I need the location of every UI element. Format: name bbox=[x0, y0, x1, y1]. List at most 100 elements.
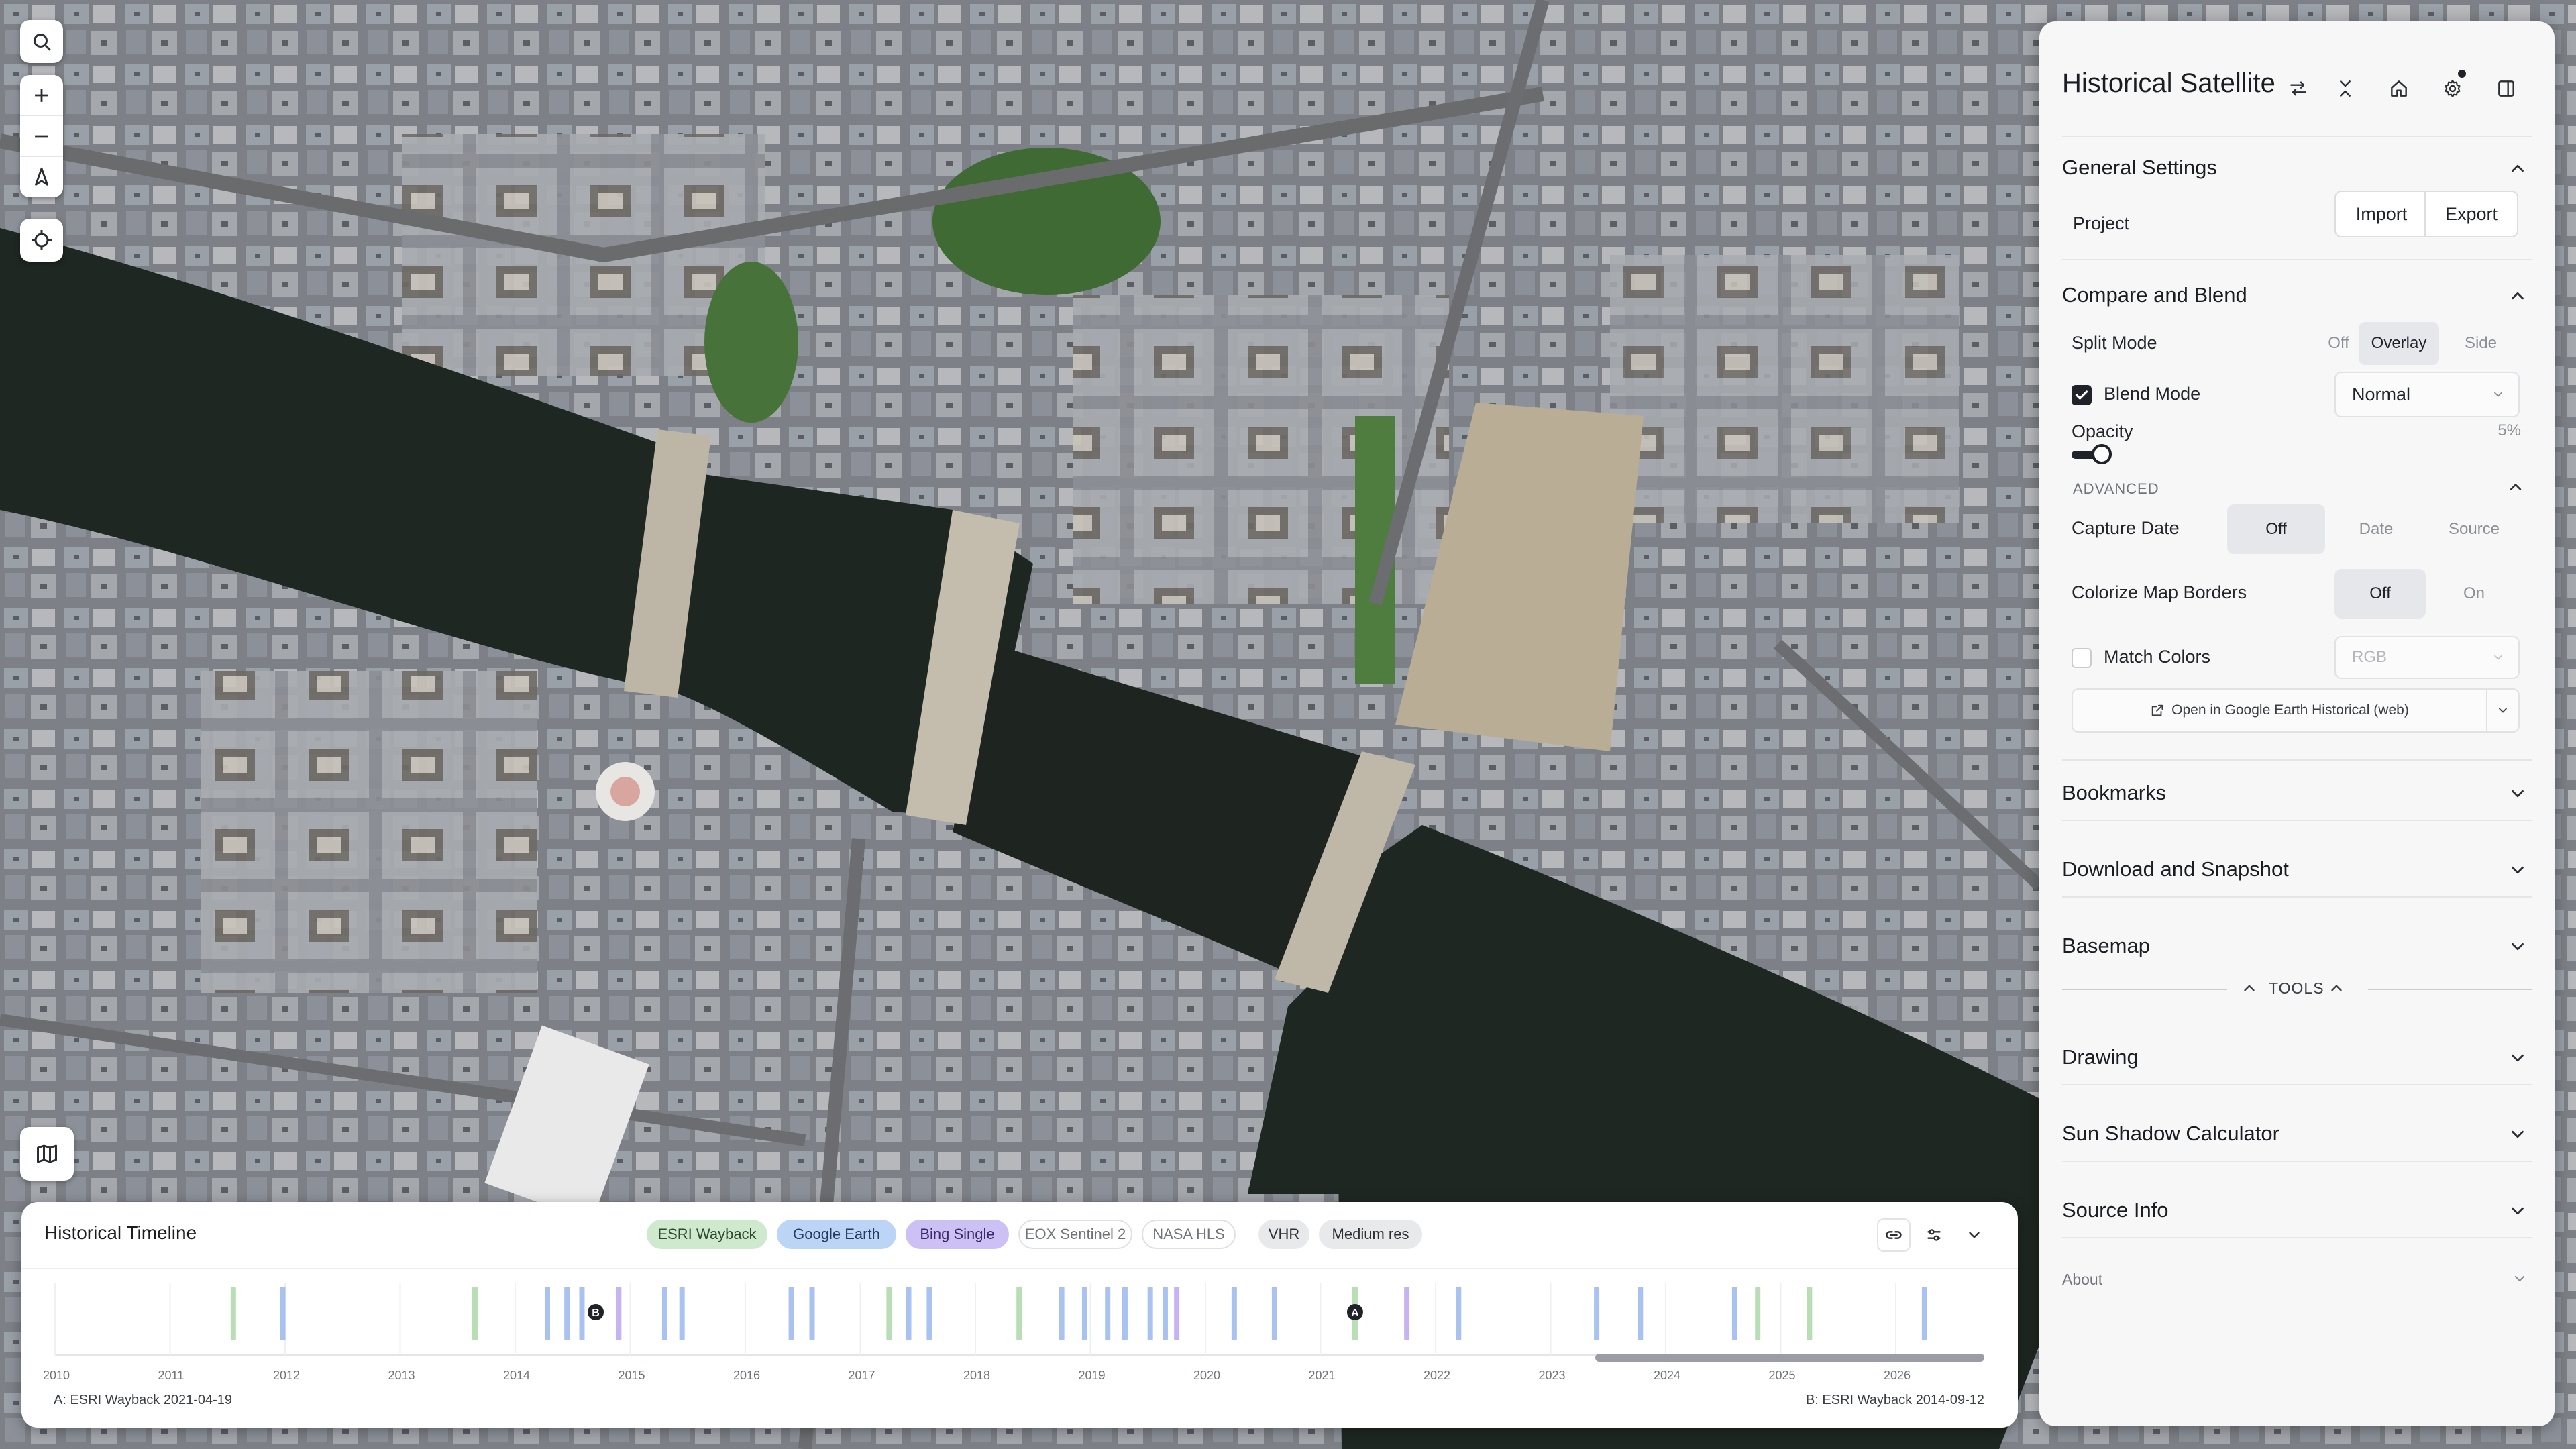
capture-mark-google[interactable] bbox=[1638, 1287, 1644, 1340]
capture-mark-esri[interactable] bbox=[886, 1287, 892, 1340]
source-chip-google-earth[interactable]: Google Earth bbox=[777, 1220, 896, 1249]
blend-mode-select[interactable]: Normal bbox=[2334, 372, 2520, 417]
section-sun-shadow-title[interactable]: Sun Shadow Calculator bbox=[2062, 1122, 2279, 1146]
divider bbox=[2062, 759, 2532, 761]
compass-button[interactable] bbox=[20, 157, 63, 197]
settings-button[interactable] bbox=[2438, 70, 2467, 103]
chevron-down-icon[interactable] bbox=[2508, 1048, 2528, 1068]
capture-mark-bing[interactable] bbox=[616, 1287, 622, 1340]
timeline-track[interactable]: AB bbox=[21, 1269, 2018, 1363]
timeline-scrollbar[interactable] bbox=[1595, 1354, 1984, 1362]
caption-a: A: ESRI Wayback 2021-04-19 bbox=[54, 1393, 233, 1407]
source-chip-eox-sentinel-2[interactable]: EOX Sentinel 2 bbox=[1018, 1220, 1132, 1249]
chevron-up-icon[interactable] bbox=[2508, 286, 2528, 306]
capture-mark-bing[interactable] bbox=[1404, 1287, 1410, 1340]
side-panel: Historical Satellite General Settings Pr… bbox=[2039, 21, 2555, 1426]
open-google-earth-button[interactable]: Open in Google Earth Historical (web) bbox=[2072, 688, 2487, 733]
zoom-out-button[interactable] bbox=[20, 116, 63, 157]
capture-mark-bing[interactable] bbox=[1174, 1287, 1180, 1340]
capture-mark-google[interactable] bbox=[1921, 1287, 1927, 1340]
capture-mark-esri[interactable] bbox=[1807, 1287, 1813, 1340]
chevron-up-icon[interactable] bbox=[2328, 979, 2345, 997]
capture-mark-google[interactable] bbox=[579, 1287, 585, 1340]
capture-mark-google[interactable] bbox=[1059, 1287, 1065, 1340]
capture-mark-google[interactable] bbox=[906, 1287, 912, 1340]
source-chip-medium-res[interactable]: Medium res bbox=[1319, 1220, 1422, 1249]
zoom-in-button[interactable] bbox=[20, 75, 63, 116]
import-button[interactable]: Import bbox=[2334, 191, 2428, 237]
chevron-down-icon[interactable] bbox=[2508, 1124, 2528, 1144]
capture-mark-google[interactable] bbox=[679, 1287, 685, 1340]
open-google-earth-dropdown[interactable] bbox=[2486, 688, 2520, 733]
capture-mark-google[interactable] bbox=[545, 1287, 551, 1340]
chevron-up-icon[interactable] bbox=[2241, 979, 2258, 997]
section-source-info-title[interactable]: Source Info bbox=[2062, 1198, 2169, 1222]
capture-mark-google[interactable] bbox=[1105, 1287, 1111, 1340]
marker-b[interactable]: B bbox=[588, 1304, 604, 1320]
capture-mark-google[interactable] bbox=[1147, 1287, 1153, 1340]
tools-rule-left bbox=[2062, 989, 2227, 990]
colorize-option-on[interactable]: On bbox=[2428, 569, 2520, 619]
split-option-overlay[interactable]: Overlay bbox=[2359, 322, 2439, 365]
capture-mark-esri[interactable] bbox=[472, 1287, 478, 1340]
capture-mark-google[interactable] bbox=[926, 1287, 932, 1340]
swap-button[interactable] bbox=[2284, 74, 2313, 103]
capture-mark-google[interactable] bbox=[1456, 1287, 1462, 1340]
source-chip-vhr[interactable]: VHR bbox=[1258, 1220, 1309, 1249]
section-download-title[interactable]: Download and Snapshot bbox=[2062, 857, 2289, 881]
layers-button[interactable] bbox=[20, 1127, 74, 1181]
capture-mark-google[interactable] bbox=[1594, 1287, 1600, 1340]
capture-mark-google[interactable] bbox=[1081, 1287, 1087, 1340]
source-chip-nasa-hls[interactable]: NASA HLS bbox=[1142, 1220, 1236, 1249]
capture-mark-google[interactable] bbox=[1731, 1287, 1737, 1340]
chevron-down-icon[interactable] bbox=[2512, 1271, 2528, 1287]
capture-mark-esri[interactable] bbox=[1755, 1287, 1761, 1340]
chevron-down-icon[interactable] bbox=[2508, 1201, 2528, 1221]
capture-mark-google[interactable] bbox=[1231, 1287, 1237, 1340]
match-colors-select[interactable]: RGB bbox=[2334, 636, 2520, 679]
split-option-side[interactable]: Side bbox=[2445, 322, 2517, 365]
collapse-button[interactable] bbox=[2330, 74, 2360, 103]
chevron-down-icon[interactable] bbox=[2508, 784, 2528, 804]
chevron-up-icon[interactable] bbox=[2506, 478, 2525, 496]
colorize-option-off[interactable]: Off bbox=[2334, 569, 2426, 619]
opacity-slider-thumb[interactable] bbox=[2092, 444, 2112, 464]
capture-mark-google[interactable] bbox=[564, 1287, 570, 1340]
blend-mode-value: Normal bbox=[2352, 384, 2411, 405]
chevron-up-icon[interactable] bbox=[2508, 158, 2528, 178]
section-about-title[interactable]: About bbox=[2062, 1271, 2102, 1289]
capture-mark-google[interactable] bbox=[280, 1287, 286, 1340]
section-bookmarks-title[interactable]: Bookmarks bbox=[2062, 781, 2166, 805]
capture-mark-google[interactable] bbox=[1271, 1287, 1277, 1340]
source-chip-esri-wayback[interactable]: ESRI Wayback bbox=[647, 1220, 767, 1249]
capture-option-date[interactable]: Date bbox=[2329, 504, 2423, 554]
blend-mode-checkbox[interactable] bbox=[2072, 385, 2092, 405]
map-search-button[interactable] bbox=[20, 20, 63, 63]
toggle-panel-button[interactable] bbox=[2491, 74, 2521, 103]
capture-option-source[interactable]: Source bbox=[2427, 504, 2521, 554]
home-button[interactable] bbox=[2384, 74, 2414, 103]
capture-mark-google[interactable] bbox=[1122, 1287, 1128, 1340]
capture-mark-esri[interactable] bbox=[1016, 1287, 1022, 1340]
section-basemap-title[interactable]: Basemap bbox=[2062, 934, 2150, 958]
chevron-down-icon[interactable] bbox=[2508, 936, 2528, 957]
link-button[interactable] bbox=[1877, 1218, 1911, 1252]
filter-button[interactable] bbox=[1917, 1218, 1951, 1252]
section-drawing-title[interactable]: Drawing bbox=[2062, 1045, 2139, 1069]
chevron-down-icon[interactable] bbox=[2508, 860, 2528, 880]
collapse-timeline-button[interactable] bbox=[1957, 1218, 1991, 1252]
export-button[interactable]: Export bbox=[2424, 191, 2518, 237]
capture-mark-google[interactable] bbox=[1162, 1287, 1168, 1340]
match-colors-checkbox[interactable] bbox=[2072, 648, 2092, 668]
chevron-down-icon bbox=[2494, 392, 2502, 397]
section-general-title[interactable]: General Settings bbox=[2062, 156, 2217, 180]
capture-mark-google[interactable] bbox=[661, 1287, 667, 1340]
locate-button[interactable] bbox=[20, 219, 63, 262]
capture-mark-google[interactable] bbox=[788, 1287, 794, 1340]
marker-a[interactable]: A bbox=[1346, 1304, 1363, 1320]
capture-mark-esri[interactable] bbox=[230, 1287, 236, 1340]
source-chip-bing-single[interactable]: Bing Single bbox=[906, 1220, 1009, 1249]
capture-mark-google[interactable] bbox=[809, 1287, 815, 1340]
capture-option-off[interactable]: Off bbox=[2227, 504, 2325, 554]
section-compare-title[interactable]: Compare and Blend bbox=[2062, 283, 2247, 307]
